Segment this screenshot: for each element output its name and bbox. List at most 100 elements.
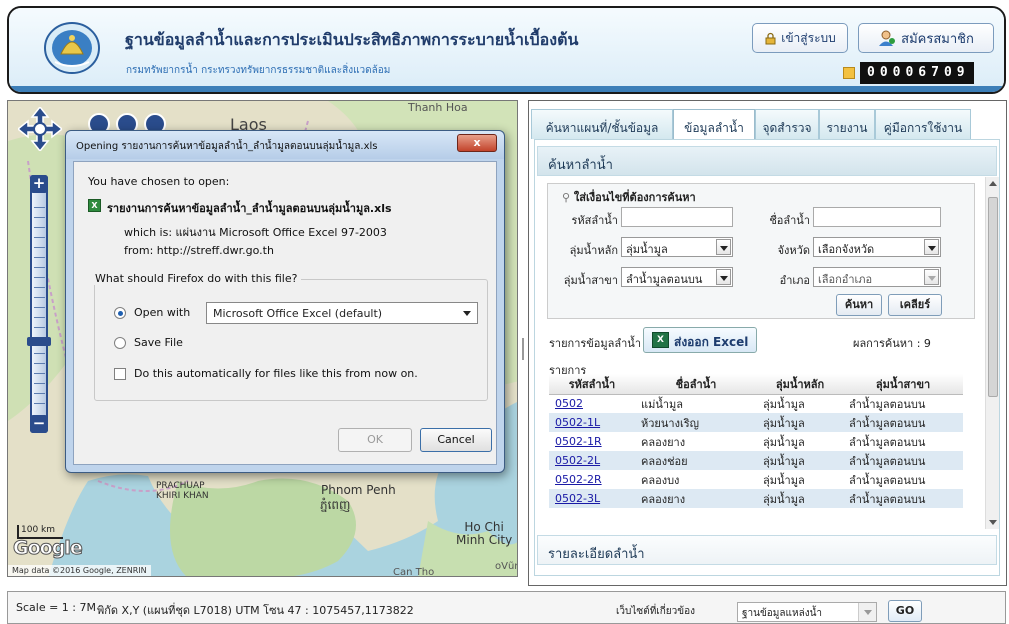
clear-button[interactable]: เคลียร์ [888, 294, 942, 316]
sub-basin-label: ลุ่มน้ำสาขา [563, 274, 618, 287]
related-sites-value: ฐานข้อมูลแหล่งน้ำ [742, 608, 823, 619]
river-code-link[interactable]: 0502-3L [549, 489, 635, 508]
file-open-dialog: Opening รายงานการค้นหาข้อมูลลำน้ำ_ลำน้ำม… [65, 130, 505, 473]
table-row[interactable]: 0502-3L คลองยาง ลุ่มน้ำมูล ลำน้ำมูลตอนบน [549, 489, 963, 508]
main-basin-label: ลุ่มน้ำหลัก [569, 244, 618, 257]
results-scrollbar[interactable] [985, 177, 999, 529]
zoom-slider-thumb[interactable] [27, 337, 51, 346]
main-basin-cell: ลุ่มน้ำมูล [763, 435, 805, 449]
register-button[interactable]: สมัครสมาชิก [858, 23, 994, 53]
tab-reports[interactable]: รายงาน [819, 109, 875, 139]
river-code-link[interactable]: 0502-2L [549, 451, 635, 470]
chosen-text: You have chosen to open: [88, 175, 230, 188]
file-type: which is: แผ่นงาน Microsoft Office Excel… [124, 226, 387, 239]
search-hint: ⚲ ใส่เงื่อนไขที่ต้องการค้นหา [562, 188, 696, 206]
tab-river-data[interactable]: ข้อมูลลำน้ำ [673, 109, 755, 141]
chevron-down-icon [924, 269, 939, 285]
column-header[interactable]: รหัสลำน้ำ [549, 374, 635, 395]
ok-button[interactable]: OK [338, 428, 412, 452]
save-file-radio[interactable] [114, 337, 126, 349]
related-sites-label: เว็บไซต์ที่เกี่ยวข้อง [616, 606, 695, 617]
main-basin-cell: ลุ่มน้ำมูล [757, 489, 843, 508]
table-row[interactable]: 0502-2L คลองช่อย ลุ่มน้ำมูล ลำน้ำมูลตอนบ… [549, 451, 963, 470]
chevron-down-icon [858, 603, 876, 621]
column-header[interactable]: ลุ่มน้ำหลัก [757, 374, 843, 395]
visitor-counter: 00006709 [860, 62, 974, 84]
map-label-phnom-penh-khmer: ភ្នំពេញ [320, 498, 351, 512]
close-icon[interactable]: x [457, 134, 497, 152]
main-basin-value: ลุ่มน้ำมูล [626, 243, 668, 256]
export-excel-button[interactable]: X ส่งออก Excel [643, 327, 757, 353]
sub-basin-cell: ลำน้ำมูลตอนบน [843, 489, 963, 508]
river-name-cell: คลองบง [641, 473, 680, 487]
open-with-label[interactable]: Open with [134, 306, 190, 319]
sub-basin-select[interactable]: ลำน้ำมูลตอนบน [621, 267, 733, 287]
map-label-thanh-hoa: Thanh Hoa [408, 101, 468, 114]
river-detail-title[interactable]: รายละเอียดลำน้ำ [537, 535, 997, 565]
column-header[interactable]: ชื่อลำน้ำ [635, 374, 757, 395]
tab-survey-points[interactable]: จุดสำรวจ [755, 109, 819, 139]
river-data-content: ค้นหาลำน้ำ ⚲ ใส่เงื่อนไขที่ต้องการค้นหา … [534, 139, 1000, 576]
search-section-title[interactable]: ค้นหาลำน้ำ [537, 146, 997, 176]
site-header: ฐานข้อมูลลำน้ำและการประเมินประสิทธิภาพกา… [7, 6, 1006, 94]
zoom-slider[interactable] [30, 175, 48, 433]
map-label-ho-chi-minh-2: Minh City [456, 533, 513, 547]
table-row[interactable]: 0502-1R คลองยาง ลุ่มน้ำมูล ลำน้ำมูลตอนบน [549, 432, 963, 451]
main-basin-cell: ลุ่มน้ำมูล [757, 413, 843, 432]
zoom-out-icon[interactable]: − [30, 415, 48, 433]
river-name-cell: คลองยาง [635, 489, 757, 508]
map-label-vung: oVũr [495, 561, 518, 572]
province-select[interactable]: เลือกจังหวัด [813, 237, 941, 257]
result-count: ผลการค้นหา : 9 [853, 337, 931, 350]
login-button[interactable]: เข้าสู่ระบบ [752, 23, 848, 53]
zoom-in-icon[interactable]: + [30, 175, 48, 193]
river-name-input[interactable] [813, 207, 941, 227]
sub-basin-cell: ลำน้ำมูลตอนบน [849, 435, 926, 449]
district-value: เลือกอำเภอ [818, 273, 873, 286]
status-bar: Scale = 1 : 7M พิกัด X,Y (แผนที่ชุด L701… [7, 591, 1006, 624]
search-button[interactable]: ค้นหา [836, 294, 882, 316]
tab-map-search[interactable]: ค้นหาแผนที่/ชั้นข้อมูล [531, 109, 673, 139]
auto-checkbox[interactable] [114, 368, 126, 380]
district-select[interactable]: เลือกอำเภอ [813, 267, 941, 287]
save-file-label[interactable]: Save File [134, 336, 183, 349]
scroll-up-icon[interactable] [989, 181, 997, 186]
go-button[interactable]: GO [888, 600, 922, 622]
pan-control-icon[interactable] [18, 107, 62, 151]
scrollbar-thumb[interactable] [988, 197, 998, 397]
table-row[interactable]: 0502 แม่น้ำมูล ลุ่มน้ำมูล ลำน้ำมูลตอนบน [549, 394, 963, 413]
chart-icon [843, 67, 855, 79]
main-basin-cell: ลุ่มน้ำมูล [757, 451, 843, 470]
info-panel: ค้นหาแผนที่/ชั้นข้อมูล ข้อมูลลำน้ำ จุดสำ… [528, 100, 1007, 586]
excel-icon: X [652, 332, 669, 348]
river-code-link[interactable]: 0502 [549, 394, 635, 413]
table-row[interactable]: 0502-2R คลองบง ลุ่มน้ำมูล ลำน้ำมูลตอนบน [549, 470, 963, 489]
table-header-row: รหัสลำน้ำ ชื่อลำน้ำ ลุ่มน้ำหลัก ลุ่มน้ำส… [549, 374, 963, 395]
map-label-prachuap-1: PRACHUAP [156, 481, 205, 491]
scroll-down-icon[interactable] [989, 520, 997, 525]
river-code-link[interactable]: 0502-1R [549, 432, 635, 451]
cancel-button[interactable]: Cancel [420, 428, 492, 452]
table-row[interactable]: 0502-1L ห้วยนางเริญ ลุ่มน้ำมูล ลำน้ำมูลต… [549, 413, 963, 432]
map-label-prachuap: PRACHUAP KHIRI KHAN [156, 481, 209, 501]
province-value: เลือกจังหวัด [818, 243, 875, 256]
dialog-titlebar[interactable]: Opening รายงานการค้นหาข้อมูลลำน้ำ_ลำน้ำม… [66, 131, 504, 159]
export-excel-label: ส่งออก Excel [674, 335, 749, 349]
river-code-link[interactable]: 0502-1L [549, 413, 635, 432]
register-label: สมัครสมาชิก [901, 31, 974, 47]
open-with-radio[interactable] [114, 307, 126, 319]
related-sites-select[interactable]: ฐานข้อมูลแหล่งน้ำ [737, 602, 877, 622]
file-source: from: http://streff.dwr.go.th [124, 244, 274, 257]
river-name-cell: ห้วยนางเริญ [635, 413, 757, 432]
open-with-select[interactable]: Microsoft Office Excel (default) [206, 302, 478, 324]
chevron-down-icon [716, 269, 731, 285]
chevron-down-icon [463, 311, 471, 316]
panel-splitter[interactable] [521, 100, 525, 578]
main-basin-select[interactable]: ลุ่มน้ำมูล [621, 237, 733, 257]
column-header[interactable]: ลุ่มน้ำสาขา [843, 374, 963, 395]
auto-label[interactable]: Do this automatically for files like thi… [134, 367, 418, 380]
map-label-ho-chi-minh-1: Ho Chi [464, 520, 504, 534]
river-code-input[interactable] [621, 207, 733, 227]
tab-manual[interactable]: คู่มือการใช้งาน [875, 109, 971, 139]
river-code-link[interactable]: 0502-2R [549, 470, 635, 489]
